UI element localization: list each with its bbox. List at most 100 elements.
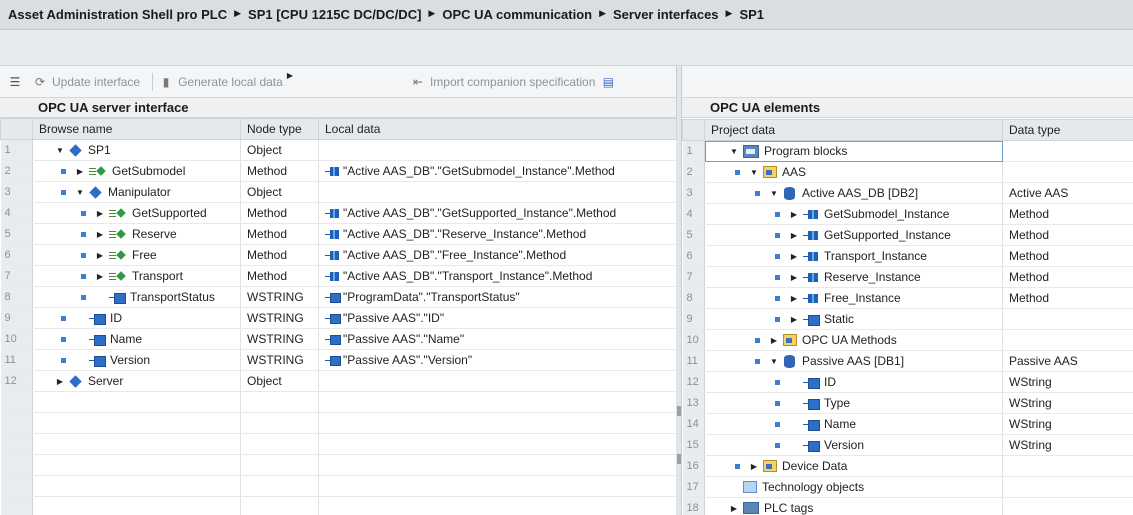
update-interface-button[interactable]: ⟳ Update interface xyxy=(33,75,140,89)
breadcrumb-item[interactable]: SP1 [CPU 1215C DC/DC/DC] xyxy=(248,7,421,22)
local-data-cell[interactable]: "Active AAS_DB"."GetSubmodel_Instance".M… xyxy=(318,160,677,182)
table-row[interactable]: 14 ▶NameWString xyxy=(682,413,1133,435)
tree-node-cell[interactable]: ▼ Manipulator xyxy=(32,181,241,203)
breadcrumb-item[interactable]: SP1 xyxy=(739,7,764,22)
tree-node[interactable]: ▶Technology objects xyxy=(711,480,1002,494)
tree-node[interactable]: ▼ SP1 xyxy=(39,143,240,157)
tree-node[interactable]: ▶ GetSupported xyxy=(39,206,240,220)
table-row[interactable]: 2 ▼ AAS xyxy=(682,161,1133,183)
table-row[interactable]: 10 ▶ OPC UA Methods xyxy=(682,329,1133,351)
local-data-cell[interactable]: "Active AAS_DB"."GetSupported_Instance".… xyxy=(318,202,677,224)
local-data-value[interactable]: "Active AAS_DB"."Free_Instance".Method xyxy=(325,248,676,262)
collapsed-arrow-icon[interactable]: ▶ xyxy=(789,273,799,282)
tree-node[interactable]: ▶ OPC UA Methods xyxy=(711,333,1002,347)
tree-node-cell[interactable]: ▶Version xyxy=(32,349,241,371)
tree-node-cell[interactable]: ▶ GetSubmodel xyxy=(32,160,241,182)
collapsed-arrow-icon[interactable]: ▶ xyxy=(75,167,85,176)
local-data-cell[interactable] xyxy=(318,139,677,161)
table-row[interactable]: 6 ▶ Transport_Instance Method xyxy=(682,245,1133,267)
table-row[interactable]: 7 ▶ Reserve_Instance Method xyxy=(682,266,1133,288)
tree-node-cell[interactable]: ▶ GetSubmodel_Instance xyxy=(704,203,1003,225)
table-row[interactable]: 6 ▶ Free Method "Active AAS_DB"."Free_Instan… xyxy=(0,244,677,266)
column-header-node-type[interactable]: Node type xyxy=(240,118,319,140)
tree-node[interactable]: ▶ GetSupported_Instance xyxy=(711,228,1002,242)
table-row[interactable]: 11 ▼ Passive AAS [DB1] Passive AAS xyxy=(682,350,1133,372)
expanded-arrow-icon[interactable]: ▼ xyxy=(729,147,739,156)
table-row[interactable]: 3 ▼ Manipulator Object xyxy=(0,181,677,203)
tree-node-cell[interactable]: ▼ Active AAS_DB [DB2] xyxy=(704,182,1003,204)
expanded-arrow-icon[interactable]: ▼ xyxy=(55,146,65,155)
tree-node-cell[interactable]: ▶Name xyxy=(32,328,241,350)
breadcrumb-item[interactable]: Asset Administration Shell pro PLC xyxy=(8,7,227,22)
local-data-value[interactable]: "Passive AAS"."ID" xyxy=(325,311,676,325)
tree-node-cell[interactable]: ▶ Transport xyxy=(32,265,241,287)
tree-node-cell[interactable]: ▶ Server xyxy=(32,370,241,392)
collapsed-arrow-icon[interactable]: ▶ xyxy=(789,231,799,240)
local-data-cell[interactable] xyxy=(318,181,677,203)
column-header-data-type[interactable]: Data type xyxy=(1002,119,1133,141)
tree-node-cell[interactable]: ▶ Transport_Instance xyxy=(704,245,1003,267)
local-data-cell[interactable] xyxy=(318,370,677,392)
expanded-arrow-icon[interactable]: ▼ xyxy=(769,189,779,198)
local-data-value[interactable]: "Active AAS_DB"."Transport_Instance".Met… xyxy=(325,269,676,283)
collapsed-arrow-icon[interactable]: ▶ xyxy=(729,504,739,513)
collapsed-arrow-icon[interactable]: ▶ xyxy=(95,230,105,239)
tree-node-cell[interactable]: ▶ Free xyxy=(32,244,241,266)
tree-node[interactable]: ▼ AAS xyxy=(711,165,1002,179)
table-row[interactable]: 10 ▶NameWSTRING "Passive AAS"."Name" xyxy=(0,328,677,350)
tree-node[interactable]: ▶Type xyxy=(711,396,1002,410)
table-row[interactable]: 9 ▶ Static xyxy=(682,308,1133,330)
table-row[interactable]: 1 ▼ Program blocks xyxy=(682,140,1133,162)
tree-node-cell[interactable]: ▶ GetSupported_Instance xyxy=(704,224,1003,246)
table-row[interactable]: 4 ▶ GetSubmodel_Instance Method xyxy=(682,203,1133,225)
tree-node-cell[interactable]: ▼ SP1 xyxy=(32,139,241,161)
tree-node[interactable]: ▶ PLC tags xyxy=(711,501,1002,515)
tree-node[interactable]: ▶ GetSubmodel xyxy=(39,164,240,178)
expanded-arrow-icon[interactable]: ▼ xyxy=(769,357,779,366)
tree-node[interactable]: ▶ Transport xyxy=(39,269,240,283)
tree-node-cell[interactable]: ▶ Reserve xyxy=(32,223,241,245)
tree-node-cell[interactable]: ▶ Free_Instance xyxy=(704,287,1003,309)
more-arrow-icon[interactable]: ▶ xyxy=(287,71,293,80)
table-row[interactable]: 18 ▶ PLC tags xyxy=(682,497,1133,515)
tree-node-cell[interactable]: ▶ID xyxy=(32,307,241,329)
tree-node-cell[interactable]: ▶Version xyxy=(704,434,1003,456)
table-row[interactable]: 16 ▶ Device Data xyxy=(682,455,1133,477)
table-row[interactable]: 17 ▶Technology objects xyxy=(682,476,1133,498)
table-row[interactable]: 12 ▶ Server Object xyxy=(0,370,677,392)
local-data-value[interactable]: "Active AAS_DB"."Reserve_Instance".Metho… xyxy=(325,227,676,241)
tree-node[interactable]: ▶Version xyxy=(39,353,240,367)
tree-node[interactable]: ▶Name xyxy=(39,332,240,346)
table-row[interactable]: 11 ▶VersionWSTRING "Passive AAS"."Version" xyxy=(0,349,677,371)
collapsed-arrow-icon[interactable]: ▶ xyxy=(789,210,799,219)
import-companion-button[interactable]: ⇤ Import companion specification xyxy=(411,75,595,89)
tree-node-cell[interactable]: ▶Technology objects xyxy=(704,476,1003,498)
tree-node-cell[interactable]: ▼ Program blocks xyxy=(704,140,1003,162)
tree-node-cell[interactable]: ▶Name xyxy=(704,413,1003,435)
collapsed-arrow-icon[interactable]: ▶ xyxy=(789,294,799,303)
tree-node[interactable]: ▼ Passive AAS [DB1] xyxy=(711,354,1002,368)
local-data-value[interactable]: "Active AAS_DB"."GetSubmodel_Instance".M… xyxy=(325,164,676,178)
tree-node-cell[interactable]: ▼ AAS xyxy=(704,161,1003,183)
local-data-cell[interactable]: "Passive AAS"."Version" xyxy=(318,349,677,371)
tree-node[interactable]: ▶ID xyxy=(711,375,1002,389)
column-header-local-data[interactable]: Local data xyxy=(318,118,677,140)
tree-node[interactable]: ▶TransportStatus xyxy=(39,290,240,304)
breadcrumb-item[interactable]: OPC UA communication xyxy=(442,7,592,22)
local-data-cell[interactable]: "ProgramData"."TransportStatus" xyxy=(318,286,677,308)
tree-node-cell[interactable]: ▶ GetSupported xyxy=(32,202,241,224)
collapsed-arrow-icon[interactable]: ▶ xyxy=(749,462,759,471)
collapsed-arrow-icon[interactable]: ▶ xyxy=(769,336,779,345)
tree-node-cell[interactable]: ▶ Device Data xyxy=(704,455,1003,477)
tree-node-cell[interactable]: ▶ Reserve_Instance xyxy=(704,266,1003,288)
table-row[interactable]: 15 ▶VersionWString xyxy=(682,434,1133,456)
local-data-cell[interactable]: "Passive AAS"."ID" xyxy=(318,307,677,329)
export-icon[interactable]: ▤ xyxy=(601,75,620,89)
tree-node-cell[interactable]: ▶ Static xyxy=(704,308,1003,330)
collapsed-arrow-icon[interactable]: ▶ xyxy=(95,272,105,281)
tree-node[interactable]: ▶ Device Data xyxy=(711,459,1002,473)
collapsed-arrow-icon[interactable]: ▶ xyxy=(95,251,105,260)
table-row[interactable]: 8 ▶TransportStatusWSTRING "ProgramData"."T… xyxy=(0,286,677,308)
expanded-arrow-icon[interactable]: ▼ xyxy=(75,188,85,197)
column-header-project-data[interactable]: Project data xyxy=(704,119,1003,141)
